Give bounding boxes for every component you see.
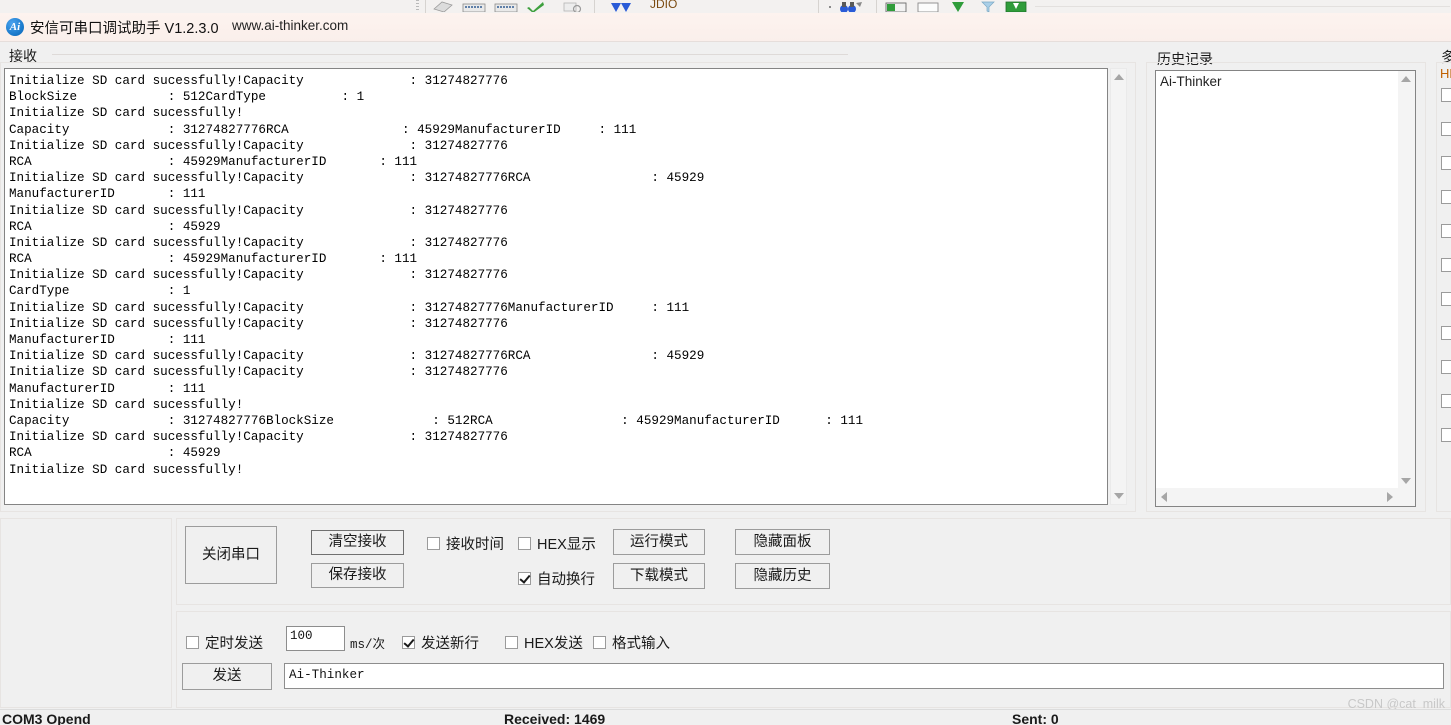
toolbar-trailing-line: [1035, 6, 1450, 7]
auto-wrap-label: 自动换行: [537, 572, 595, 588]
multi-send-checkbox[interactable]: [1441, 394, 1451, 408]
history-vertical-scrollbar[interactable]: [1398, 71, 1415, 488]
multi-send-checkbox[interactable]: [1441, 122, 1451, 136]
send-newline-label: 发送新行: [421, 636, 479, 652]
checkbox-box[interactable]: [402, 636, 415, 649]
multi-send-checkbox[interactable]: [1441, 88, 1451, 102]
scroll-up-arrow-icon[interactable]: [1401, 76, 1411, 82]
multi-send-checkbox[interactable]: [1441, 156, 1451, 170]
toolbar-separator: [425, 0, 426, 13]
keyboard-alt-icon[interactable]: [494, 0, 518, 12]
multi-send-checkbox[interactable]: [1441, 428, 1451, 442]
funnel-icon[interactable]: [978, 0, 998, 12]
checkbox-box[interactable]: [518, 572, 531, 585]
receive-vertical-scrollbar[interactable]: [1110, 68, 1127, 505]
toolbar-gripper[interactable]: [416, 0, 419, 12]
checkbox-box[interactable]: [427, 537, 440, 550]
checkbox-box[interactable]: [186, 636, 199, 649]
status-received: Received: 1469: [504, 711, 606, 725]
scroll-down-arrow-icon[interactable]: [1114, 493, 1124, 499]
receive-textarea[interactable]: Initialize SD card sucessfully!Capacity …: [4, 68, 1108, 505]
ai-thinker-logo-icon: Ai: [6, 18, 24, 36]
history-panel: Ai-Thinker: [1155, 70, 1416, 507]
window-split-icon[interactable]: [884, 0, 908, 12]
check-green-icon[interactable]: [526, 0, 546, 12]
toolbar-separator: [876, 0, 877, 13]
multi-send-checkbox[interactable]: [1441, 190, 1451, 204]
receive-log-text: Initialize SD card sucessfully!Capacity …: [9, 74, 863, 477]
multi-send-checkbox[interactable]: [1441, 258, 1451, 272]
serial-debug-assistant-window: JDIO Ai 安信可串口调试助手 V1.2.3.0 www.ai-thinke…: [0, 0, 1451, 725]
timed-send-checkbox[interactable]: 定时发送: [186, 632, 263, 653]
history-horizontal-scrollbar[interactable]: [1156, 488, 1415, 506]
checkbox-box[interactable]: [505, 636, 518, 649]
scroll-left-arrow-icon[interactable]: [1161, 492, 1167, 502]
multi-send-hex-label: HE: [1440, 66, 1451, 81]
checkbox-box[interactable]: [518, 537, 531, 550]
serial-settings-panel: 串口 COM3 波特率 115200 数据位 8 校验位 None 停止位 On…: [0, 518, 172, 708]
hide-history-button[interactable]: 隐藏历史: [735, 563, 830, 589]
send-newline-checkbox[interactable]: 发送新行: [402, 632, 479, 653]
multi-send-checkbox[interactable]: [1441, 292, 1451, 306]
toolbar-field-label: JDIO: [650, 0, 678, 11]
hex-send-label: HEX发送: [524, 636, 583, 652]
double-down-arrow-icon[interactable]: [608, 0, 634, 12]
binoculars-icon[interactable]: [838, 0, 864, 12]
zoom-out-icon[interactable]: [562, 0, 584, 12]
timed-send-label: 定时发送: [205, 636, 263, 652]
scroll-up-arrow-icon[interactable]: [1114, 74, 1124, 80]
format-input-label: 格式输入: [612, 636, 670, 652]
status-sent: Sent: 0: [1012, 711, 1059, 725]
hex-display-checkbox[interactable]: HEX显示: [518, 533, 596, 554]
scroll-down-arrow-icon[interactable]: [1401, 478, 1411, 484]
hide-panel-button[interactable]: 隐藏面板: [735, 529, 830, 555]
title-bar: Ai 安信可串口调试助手 V1.2.3.0 www.ai-thinker.com: [0, 13, 1451, 42]
top-toolbar: JDIO: [0, 0, 1451, 13]
download-mode-button[interactable]: 下载模式: [613, 563, 705, 589]
save-receive-button[interactable]: 保存接收: [311, 563, 404, 588]
clear-receive-button[interactable]: 清空接收: [311, 530, 404, 555]
download-green-icon[interactable]: [1004, 0, 1028, 12]
multi-send-checkbox[interactable]: [1441, 360, 1451, 374]
hex-display-label: HEX显示: [537, 537, 596, 553]
multi-send-checkbox[interactable]: [1441, 326, 1451, 340]
app-url: www.ai-thinker.com: [232, 18, 349, 33]
window-blank-icon[interactable]: [916, 0, 940, 12]
tag-icon[interactable]: [432, 0, 454, 12]
dropdown-dot-icon[interactable]: [826, 0, 834, 12]
list-item[interactable]: Ai-Thinker: [1156, 71, 1398, 89]
close-port-button[interactable]: 关闭串口: [185, 526, 277, 584]
keyboard-icon[interactable]: [462, 0, 486, 12]
send-button[interactable]: 发送: [182, 663, 272, 690]
green-down-arrow-icon[interactable]: [948, 0, 968, 12]
send-text-input[interactable]: Ai-Thinker: [284, 663, 1444, 689]
toolbar-separator: [818, 0, 819, 13]
receive-time-checkbox[interactable]: 接收时间: [427, 533, 504, 554]
send-interval-input[interactable]: 100: [286, 626, 345, 651]
checkbox-box[interactable]: [593, 636, 606, 649]
history-list[interactable]: Ai-Thinker: [1156, 71, 1398, 488]
run-mode-button[interactable]: 运行模式: [613, 529, 705, 555]
hex-send-checkbox[interactable]: HEX发送: [505, 632, 583, 653]
multi-send-checkbox[interactable]: [1441, 224, 1451, 238]
app-title: 安信可串口调试助手 V1.2.3.0: [30, 21, 219, 37]
status-bar: COM3 Opend Received: 1469 Sent: 0: [0, 709, 1451, 725]
status-port: COM3 Opend: [2, 711, 91, 725]
interval-unit-label: ms/次: [350, 638, 386, 652]
send-panel: [176, 611, 1451, 708]
receive-group-divider: [52, 54, 848, 55]
auto-wrap-checkbox[interactable]: 自动换行: [518, 568, 595, 589]
receive-time-label: 接收时间: [446, 537, 504, 553]
scroll-right-arrow-icon[interactable]: [1387, 492, 1393, 502]
format-input-checkbox[interactable]: 格式输入: [593, 632, 670, 653]
toolbar-separator: [594, 0, 595, 13]
